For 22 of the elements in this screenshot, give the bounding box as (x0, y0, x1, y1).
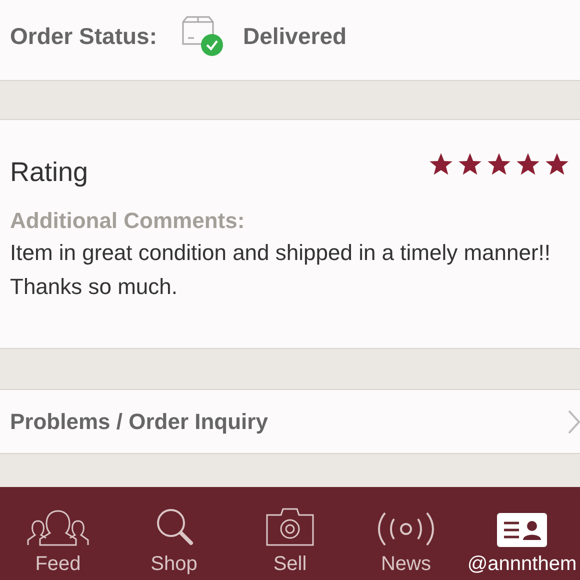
camera-icon (264, 507, 316, 547)
star-icon (486, 152, 512, 177)
star-icon (428, 152, 454, 177)
tab-bar-item[interactable]: Feed (0, 487, 116, 580)
order-status-value: Delivered (242, 22, 347, 50)
search-icon (154, 507, 194, 547)
id-card-icon (497, 513, 547, 547)
tab-bar-item[interactable]: News (348, 487, 464, 580)
rating-title: Rating (10, 157, 88, 188)
tab-bar-item[interactable]: Shop (116, 487, 232, 580)
tab-bar-item[interactable]: Sell (232, 487, 348, 580)
star-icon (457, 152, 483, 177)
order-status-label: Order Status: (10, 22, 157, 50)
comment-text: Item in great condition and shipped in a timely manner!! Thanks so much. (10, 239, 552, 301)
broadcast-icon (377, 511, 435, 547)
delivered-package-icon (180, 16, 225, 56)
inquiry-row[interactable]: Problems / Order Inquiry (0, 389, 580, 454)
star-icon (544, 152, 570, 177)
star-icon (515, 152, 541, 177)
tab-bar-item[interactable]: @annnthem (464, 487, 580, 580)
comments-label: Additional Comments: (10, 208, 246, 234)
chevron-right-icon (568, 410, 580, 434)
